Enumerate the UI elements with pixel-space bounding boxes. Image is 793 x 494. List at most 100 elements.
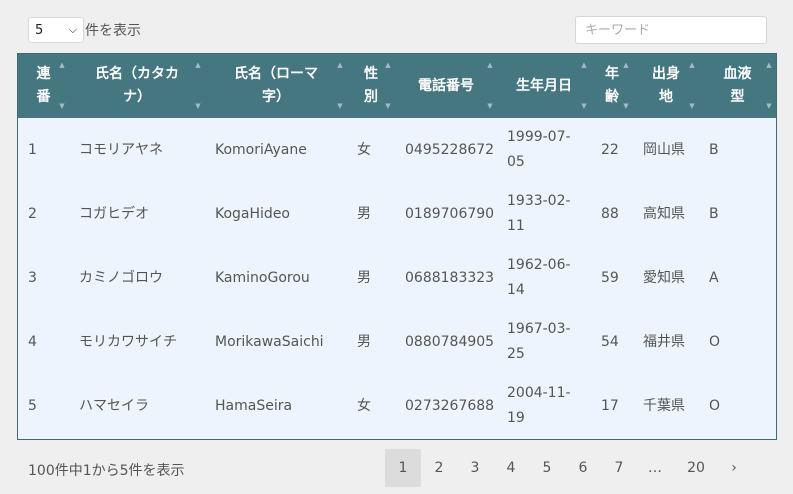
page-button[interactable]: 1: [385, 449, 421, 487]
sort-icon[interactable]: ▲ ▼: [766, 62, 772, 110]
cell-blood-type: O: [709, 333, 721, 350]
page-button[interactable]: 4: [493, 449, 529, 487]
cell-blood-type: O: [709, 397, 721, 414]
next-page-button[interactable]: ›: [719, 449, 749, 487]
page-size-label: 件を表示: [85, 23, 141, 39]
cell-blood-type: B: [709, 205, 719, 222]
cell-birthdate: 1999-07- 05: [497, 118, 591, 182]
search-input[interactable]: [575, 16, 767, 44]
cell-blood-type: A: [709, 269, 719, 286]
column-header[interactable]: 性別 ▲ ▼: [347, 54, 395, 118]
cell-age: 22: [601, 141, 619, 158]
cell-age: 88: [601, 205, 619, 222]
cell-no: 3: [28, 269, 37, 286]
column-header-label: 番: [36, 89, 51, 105]
column-header-label: 型: [730, 89, 745, 105]
column-header[interactable]: 電話番号 ▲ ▼: [395, 54, 497, 118]
sort-icon[interactable]: ▲ ▼: [59, 62, 65, 110]
data-table: 連番 ▲ ▼ 氏名（カタカ ナ） ▲ ▼ 氏名（ローマ 字） ▲ ▼ 性別 ▲ ▼ 電話番号 ▲ ▼ 生年月日 ▲ ▼…: [17, 53, 777, 440]
cell-name-roman: MorikawaSaichi: [215, 333, 324, 350]
page-button[interactable]: 2: [421, 449, 457, 487]
cell-gender: 女: [357, 141, 371, 158]
column-header[interactable]: 年齢 ▲ ▼: [591, 54, 633, 118]
cell-age: 54: [601, 333, 619, 350]
cell-gender: 女: [357, 397, 371, 414]
cell-gender: 男: [357, 333, 371, 350]
pagination-ellipsis[interactable]: …: [637, 449, 673, 487]
birthdate-part: 2004-11-: [507, 385, 571, 401]
sort-icon[interactable]: ▲ ▼: [385, 62, 391, 110]
cell-name-kana: コモリアヤネ: [79, 141, 163, 158]
cell-blood-type: B: [709, 141, 719, 158]
column-header-label: ナ）: [123, 89, 151, 105]
column-header-label: 血液: [723, 66, 752, 82]
cell-age: 59: [601, 269, 619, 286]
cell-birthdate: 1962-06- 14: [497, 246, 591, 310]
page-button[interactable]: 6: [565, 449, 601, 487]
column-header-label: 電話番号: [418, 77, 474, 94]
column-header[interactable]: 血液型 ▲ ▼: [699, 54, 776, 118]
column-header[interactable]: 出身地 ▲ ▼: [633, 54, 699, 118]
sort-icon[interactable]: ▲ ▼: [337, 62, 343, 110]
cell-phone: 0189706790: [405, 205, 495, 222]
sort-icon[interactable]: ▲ ▼: [689, 62, 695, 110]
cell-gender: 男: [357, 205, 371, 222]
table-body: 1 コモリアヤネ KomoriAyane 女 0495228672 1999-07- 05 2…: [18, 118, 776, 438]
cell-prefecture: 岡山県: [643, 141, 685, 158]
cell-gender: 男: [357, 269, 371, 286]
sort-icon[interactable]: ▲ ▼: [195, 62, 201, 110]
cell-no: 2: [28, 205, 37, 222]
column-header[interactable]: 生年月日 ▲ ▼: [497, 54, 591, 118]
cell-name-roman: KaminoGorou: [215, 269, 310, 286]
cell-birthdate: 2004-11- 19: [497, 374, 591, 438]
chevron-down-icon: ⌵: [68, 23, 77, 36]
table-info: 100件中1から5件を表示: [28, 463, 185, 479]
column-header[interactable]: 連番 ▲ ▼: [18, 54, 69, 118]
column-header-label: 字）: [262, 89, 290, 105]
column-header-label: 氏名（カタカ: [95, 66, 179, 82]
cell-name-roman: KomoriAyane: [215, 141, 307, 158]
table-row: 1 コモリアヤネ KomoriAyane 女 0495228672 1999-07- 05 2…: [18, 118, 776, 182]
sort-icon[interactable]: ▲ ▼: [623, 62, 629, 110]
page-button[interactable]: 5: [529, 449, 565, 487]
table-row: 3 カミノゴロウ KaminoGorou 男 0688183323 1962-06- 14 5…: [18, 246, 776, 310]
cell-birthdate: 1933-02- 11: [497, 182, 591, 246]
page-button[interactable]: 20: [673, 449, 719, 487]
cell-prefecture: 愛知県: [643, 269, 685, 286]
birthdate-part: 1933-02-: [507, 193, 571, 209]
sort-icon[interactable]: ▲ ▼: [487, 62, 493, 110]
cell-name-kana: コガヒデオ: [79, 205, 149, 222]
cell-name-kana: カミノゴロウ: [79, 269, 163, 286]
column-header-label: 氏名（ローマ: [234, 66, 318, 82]
cell-phone: 0273267688: [405, 397, 495, 414]
birthdate-part: 19: [507, 410, 525, 426]
page-button[interactable]: 3: [457, 449, 493, 487]
pagination: 1 2 3 4 5 6 7… 20 ›: [385, 449, 749, 487]
birthdate-part: 1967-03-: [507, 321, 571, 337]
birthdate-part: 1999-07-: [507, 129, 571, 145]
cell-phone: 0688183323: [405, 269, 495, 286]
cell-prefecture: 高知県: [643, 205, 685, 222]
page-size-select[interactable]: 5 ⌵: [28, 17, 84, 43]
page-button[interactable]: 7: [601, 449, 637, 487]
column-header-label: 年: [605, 66, 619, 82]
column-header-label: 齢: [605, 89, 619, 105]
cell-birthdate: 1967-03- 25: [497, 310, 591, 374]
column-header[interactable]: 氏名（カタカ ナ） ▲ ▼: [69, 54, 205, 118]
column-header-label: 出身: [652, 66, 680, 82]
cell-name-roman: KogaHideo: [215, 205, 290, 222]
column-header-label: 別: [364, 89, 378, 105]
column-header-label: 地: [659, 89, 673, 105]
birthdate-part: 05: [507, 154, 525, 170]
column-header[interactable]: 氏名（ローマ 字） ▲ ▼: [205, 54, 347, 118]
column-header-label: 性: [364, 66, 378, 82]
cell-age: 17: [601, 397, 619, 414]
cell-name-kana: ハマセイラ: [79, 397, 149, 414]
cell-prefecture: 千葉県: [643, 397, 685, 414]
header-row: 連番 ▲ ▼ 氏名（カタカ ナ） ▲ ▼ 氏名（ローマ 字） ▲ ▼ 性別 ▲ ▼ 電話番号 ▲ ▼ 生年月日 ▲ ▼…: [18, 54, 776, 118]
birthdate-part: 14: [507, 282, 525, 298]
sort-icon[interactable]: ▲ ▼: [581, 62, 587, 110]
cell-no: 4: [28, 333, 37, 350]
column-header-label: 連: [36, 66, 51, 82]
table-row: 4 モリカワサイチ MorikawaSaichi 男 0880784905 1967-03…: [18, 310, 776, 374]
